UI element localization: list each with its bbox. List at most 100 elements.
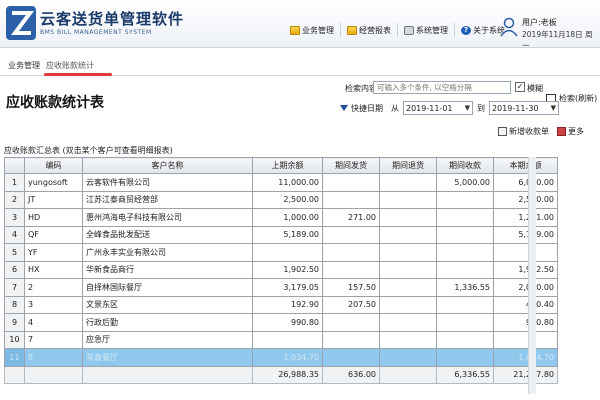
table-cell: 8: [24, 348, 83, 367]
table-cell: [379, 260, 437, 279]
table-row[interactable]: 4 QF 全峰食品批发配送 5,189.00 5,189.00: [4, 225, 558, 244]
table-cell: 157.50: [322, 278, 380, 297]
fuzzy-label: 模糊: [527, 84, 543, 93]
table-cell: [322, 348, 380, 367]
total-cell: 21,287.80: [493, 365, 558, 384]
search-input[interactable]: [373, 81, 511, 94]
table-total-row: 26,988.35636.00 6,336.5521,287.80: [4, 365, 558, 384]
total-cell: 26,988.35: [252, 365, 323, 384]
app-subtitle: BMS BILL MANAGEMENT SYSTEM: [40, 29, 152, 36]
table-cell: 6: [4, 260, 25, 279]
table-cell: 5,189.00: [252, 225, 323, 244]
nav-business[interactable]: 业务管理: [290, 25, 334, 36]
total-cell: [4, 365, 25, 384]
table-scrollbar[interactable]: [528, 157, 536, 394]
table-cell: [379, 295, 437, 314]
column-header[interactable]: 期间收款: [436, 157, 494, 174]
document-icon: [498, 127, 507, 136]
total-cell: [82, 365, 253, 384]
new-receipt-button[interactable]: 新增收款单: [498, 126, 549, 137]
table-row[interactable]: 6 HX 华新食品商行 1,902.50 1,902.50: [4, 260, 558, 279]
receivables-table: 编码 客户名称 上期余额 期间发货 期间退货 期间收款 本期余额 1 yungos…: [4, 157, 558, 384]
table-row[interactable]: 5 YF 广州永丰实业有限公司: [4, 243, 558, 262]
table-cell: 文景东区: [82, 295, 253, 314]
nav-system[interactable]: 系统管理: [404, 25, 448, 36]
table-cell: 271.00: [322, 208, 380, 227]
nav-divider: [454, 23, 455, 37]
table-cell: 207.50: [322, 295, 380, 314]
table-cell: 2,000.00: [493, 278, 558, 297]
nav-about[interactable]: ? 关于系统: [461, 25, 505, 36]
column-header[interactable]: 本期余额: [493, 157, 558, 174]
table-cell: 1,271.00: [493, 208, 558, 227]
triangle-down-icon: [340, 105, 348, 111]
table-cell: [436, 243, 494, 262]
quick-date-label[interactable]: 快捷日期: [351, 103, 383, 114]
table-cell: [379, 173, 437, 192]
table-cell: 华新食品商行: [82, 260, 253, 279]
table-cell: 11: [4, 348, 25, 367]
user-icon[interactable]: [500, 17, 518, 37]
table-cell: QF: [24, 225, 83, 244]
to-date-select[interactable]: 2019-11-30 ▼: [489, 101, 559, 115]
table-cell: 3,179.05: [252, 278, 323, 297]
table-cell: [252, 330, 323, 349]
date-filter: 快捷日期 从 2019-11-01 ▼ 到 2019-11-30 ▼: [340, 101, 563, 115]
table-row[interactable]: 1 yungosoft 云客软件有限公司 11,000.00 5,000.00 6,000…: [4, 173, 558, 192]
gear-icon: [404, 25, 414, 35]
table-header-row: 编码 客户名称 上期余额 期间发货 期间退货 期间收款 本期余额: [4, 157, 558, 174]
nav-reports[interactable]: 经营报表: [347, 25, 391, 36]
table-row[interactable]: 3 HD 惠州鸿海电子科技有限公司 1,000.00 271.00 1,271.00: [4, 208, 558, 227]
table-cell: [322, 243, 380, 262]
chevron-down-icon: ▼: [464, 104, 470, 112]
table-cell: 2,500.00: [493, 190, 558, 209]
column-header[interactable]: 客户名称: [82, 157, 253, 174]
table-cell: 7: [4, 278, 25, 297]
table-cell: YF: [24, 243, 83, 262]
table-cell: 400.40: [493, 295, 558, 314]
table-cell: [436, 313, 494, 332]
table-cell: [322, 330, 380, 349]
table-row[interactable]: 9 4 行政后勤 990.80 990.80: [4, 313, 558, 332]
table-cell: HD: [24, 208, 83, 227]
table-cell: [436, 330, 494, 349]
table-cell: [379, 208, 437, 227]
table-cell: 990.80: [493, 313, 558, 332]
tab-receivables[interactable]: 应收账款统计: [46, 60, 94, 71]
table-row[interactable]: 10 7 应急厅: [4, 330, 558, 349]
column-header[interactable]: 期间退货: [379, 157, 437, 174]
table-cell: [379, 190, 437, 209]
total-cell: 6,336.55: [436, 365, 494, 384]
table-cell: [379, 330, 437, 349]
more-button[interactable]: 更多: [557, 126, 584, 137]
table-cell: [493, 243, 558, 262]
table-cell: [379, 225, 437, 244]
more-icon: [557, 127, 566, 136]
column-header[interactable]: 期间发货: [322, 157, 380, 174]
table-cell: 惠州鸿海电子科技有限公司: [82, 208, 253, 227]
folder-icon: [347, 25, 357, 35]
user-name: 用户:老板: [522, 18, 557, 27]
table-row[interactable]: 7 2 自择林国际餐厅 3,179.05 157.50 1,336.55 2,000.00: [4, 278, 558, 297]
from-date-select[interactable]: 2019-11-01 ▼: [403, 101, 473, 115]
column-header[interactable]: 上期余额: [252, 157, 323, 174]
table-cell: 行政后勤: [82, 313, 253, 332]
table-row[interactable]: 2 JT 江苏江泰商贸经营部 2,500.00 2,500.00: [4, 190, 558, 209]
table-cell: [436, 295, 494, 314]
table-row[interactable]: 11 8 荣鑫餐厅 1,034.70 1,034.70: [4, 348, 558, 367]
table-cell: JT: [24, 190, 83, 209]
fuzzy-checkbox[interactable]: ✓: [515, 82, 525, 92]
table-cell: 荣鑫餐厅: [82, 348, 253, 367]
table-cell: [436, 190, 494, 209]
table-cell: 1,034.70: [252, 348, 323, 367]
tab-business[interactable]: 业务管理: [8, 60, 40, 71]
table-cell: [322, 313, 380, 332]
table-cell: 10: [4, 330, 25, 349]
table-cell: 2: [4, 190, 25, 209]
table-cell: [379, 313, 437, 332]
table-cell: [493, 330, 558, 349]
table-row[interactable]: 8 3 文景东区 192.90 207.50 400.40: [4, 295, 558, 314]
table-cell: 自择林国际餐厅: [82, 278, 253, 297]
column-header[interactable]: 编码: [24, 157, 83, 174]
table-cell: 2: [24, 278, 83, 297]
